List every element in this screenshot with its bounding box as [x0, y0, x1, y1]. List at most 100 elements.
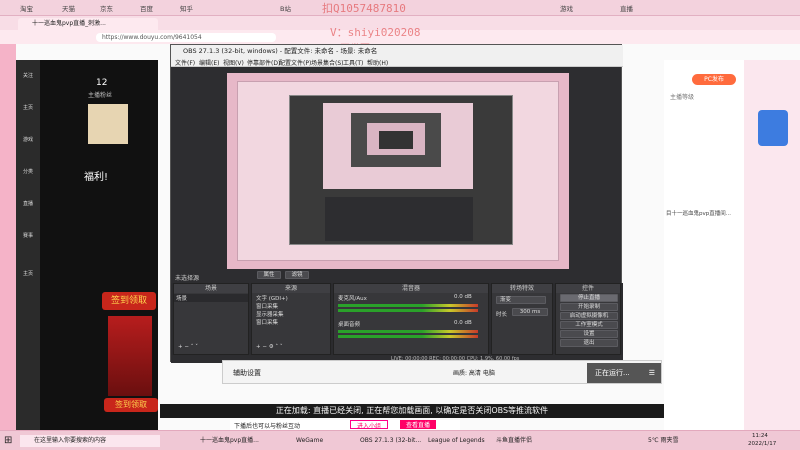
taskbar-app[interactable]: 斗鱼直播伴侣 [496, 435, 532, 447]
running-label: 正在运行... [595, 369, 630, 377]
view-stream-button[interactable]: 查看直播 [400, 420, 437, 429]
source-item[interactable]: 窗口采集 [256, 302, 278, 310]
obs-window[interactable]: OBS 27.1.3 (32-bit, windows) - 配置文件: 未命名… [170, 44, 623, 363]
source-selector-label: 未选择源 [175, 275, 200, 282]
bookmark-item[interactable]: B站 [280, 3, 291, 13]
audio-meter [338, 330, 478, 333]
bookmark-item[interactable]: 淘宝 [20, 3, 33, 13]
menu-file[interactable]: 文件(F) [175, 58, 195, 67]
join-group-button[interactable]: 进入小组 [350, 420, 389, 430]
right-text: 目十一巡血鬼pvp直播间... [666, 211, 731, 217]
menu-docks[interactable]: 停靠部件(D) [247, 58, 280, 67]
clock-date: 2022/1/17 [748, 441, 777, 447]
mixer-title: 混音器 [334, 284, 488, 293]
nav-item[interactable]: 主页 [18, 104, 38, 111]
obs-preview[interactable] [227, 73, 569, 269]
controls-dock: 控件 停止直播 开始录制 启动虚拟摄像机 工作室模式 设置 退出 [555, 283, 621, 355]
taskbar-app[interactable]: WeGame [296, 435, 323, 447]
right-side-strip [744, 60, 800, 430]
streamer-panel: 12 主播粉丝 福利! 签到领取 签到领取 [40, 60, 158, 430]
nav-item[interactable]: 关注 [18, 72, 38, 79]
bookmark-item[interactable]: 游戏 [560, 3, 573, 13]
checkin-button[interactable]: 签到领取 [102, 292, 156, 310]
mixer-track-level: 0.0 dB [454, 294, 472, 300]
exit-button[interactable]: 退出 [560, 339, 618, 347]
video-caption: 正在加载: 直播已经关闭, 正在帮您加载画面, 以确定是否关闭OBS等推流软件 [160, 404, 664, 418]
gift-button[interactable]: 签到领取 [104, 398, 158, 412]
scenes-dock: 场景 场景 + − ˄ ˅ [173, 283, 249, 355]
right-info-panel: PC发布 主播等级 目十一巡血鬼pvp直播间... [664, 60, 744, 430]
bookmark-item[interactable]: 天猫 [62, 3, 75, 13]
promo-bar: 下播后也可以与粉丝互动 进入小组 查看直播 [230, 420, 460, 430]
promo-badge[interactable] [758, 110, 788, 146]
nav-item[interactable]: 分类 [18, 168, 38, 175]
nav-item[interactable]: 直播 [18, 200, 38, 207]
menu-icon[interactable]: ☰ [649, 363, 655, 383]
transition-select[interactable]: 渐变 [496, 296, 546, 304]
windows-start-icon[interactable]: ⊞ [4, 435, 12, 447]
taskbar: ⊞ 在这里输入你要搜索的内容 十一巡血鬼pvp直播... WeGame OBS … [0, 430, 800, 450]
audio-meter [338, 335, 478, 338]
scene-add-icon[interactable]: + − ˄ ˅ [178, 344, 198, 350]
stop-streaming-button[interactable]: 停止直播 [560, 294, 618, 302]
taskbar-app[interactable]: 十一巡血鬼pvp直播... [200, 435, 259, 447]
obs-menu-bar: 文件(F) 编辑(E) 视图(V) 停靠部件(D) 配置文件(P) 场景集合(S… [171, 57, 623, 67]
obs-title-bar[interactable]: OBS 27.1.3 (32-bit, windows) - 配置文件: 未命名… [171, 45, 623, 57]
properties-button[interactable]: 属性 [257, 271, 281, 279]
pc-publish-button[interactable]: PC发布 [692, 74, 736, 85]
obs-docks: 场景 场景 + − ˄ ˅ 来源 文字 (GDI+) 窗口采集 显示器采集 窗口… [171, 283, 623, 363]
watermark-line2: V：shiyi020208 [330, 26, 421, 39]
tab-title: 十一巡血鬼pvp直播_刺激... [32, 20, 106, 27]
browser-tab[interactable]: 十一巡血鬼pvp直播_刺激... [18, 18, 158, 30]
menu-profile[interactable]: 配置文件(P) [279, 58, 311, 67]
menu-help[interactable]: 帮助(H) [367, 58, 388, 67]
controls-title: 控件 [556, 284, 620, 293]
banner-text: 福利! [84, 172, 109, 183]
avatar[interactable] [88, 104, 128, 144]
running-button[interactable]: 正在运行... ☰ [587, 363, 661, 383]
scene-item[interactable]: 场景 [174, 294, 248, 302]
settings-button[interactable]: 设置 [560, 330, 618, 338]
bookmark-item[interactable]: 百度 [140, 3, 153, 13]
mixer-dock: 混音器 麦克风/Aux 0.0 dB 桌面音频 0.0 dB [333, 283, 489, 355]
nav-item[interactable]: 主页 [18, 270, 38, 277]
mixer-track-name: 麦克风/Aux [338, 296, 367, 302]
taskbar-app[interactable]: League of Legends [428, 435, 485, 447]
virtual-camera-button[interactable]: 启动虚拟摄像机 [560, 312, 618, 320]
duration-input[interactable]: 300 ms [512, 308, 548, 316]
bookmark-item[interactable]: 直播 [620, 3, 633, 13]
nav-item[interactable]: 赛事 [18, 232, 38, 239]
filters-button[interactable]: 滤镜 [285, 271, 309, 279]
follower-count: 12 [96, 78, 108, 88]
sources-title: 来源 [252, 284, 330, 293]
assist-settings-button[interactable]: 辅助设置 [233, 368, 261, 378]
menu-edit[interactable]: 编辑(E) [199, 58, 219, 67]
menu-view[interactable]: 视图(V) [223, 58, 244, 67]
taskbar-app[interactable]: OBS 27.1.3 (32-bit... [360, 435, 421, 447]
source-item[interactable]: 文字 (GDI+) [256, 294, 288, 302]
studio-mode-button[interactable]: 工作室模式 [560, 321, 618, 329]
url-input[interactable]: https://www.douyu.com/9641054 [96, 33, 276, 42]
bookmark-item[interactable]: 京东 [100, 3, 113, 13]
source-controls-icon[interactable]: + − ⚙ ˄ ˅ [256, 344, 283, 350]
promo-image [108, 316, 152, 396]
quality-select[interactable]: 画质: 高清 电脑 [453, 368, 495, 377]
mixer-track-level: 0.0 dB [454, 320, 472, 326]
menu-scene-collection[interactable]: 场景集合(S) [311, 58, 344, 67]
taskbar-search-input[interactable]: 在这里输入你要搜索的内容 [20, 435, 160, 447]
source-item[interactable]: 窗口采集 [256, 318, 278, 326]
start-recording-button[interactable]: 开始录制 [560, 303, 618, 311]
bookmark-item[interactable]: 知乎 [180, 3, 193, 13]
sources-dock: 来源 文字 (GDI+) 窗口采集 显示器采集 窗口采集 + − ⚙ ˄ ˅ [251, 283, 331, 355]
transitions-title: 转场特效 [492, 284, 552, 293]
nav-item[interactable]: 游戏 [18, 136, 38, 143]
live-tool-bar: 辅助设置 画质: 高清 电脑 正在运行... ☰ [222, 360, 662, 384]
source-item[interactable]: 显示器采集 [256, 310, 284, 318]
left-nav: 关注 主页 游戏 分类 直播 赛事 主页 [16, 60, 40, 430]
weather-widget[interactable]: 5℃ 雨夹雪 [648, 435, 678, 447]
follower-label: 主播粉丝 [88, 92, 113, 99]
menu-tools[interactable]: 工具(T) [343, 58, 363, 67]
audio-meter [338, 309, 478, 312]
audio-meter [338, 304, 478, 307]
transitions-dock: 转场特效 渐变 时长 300 ms [491, 283, 553, 355]
